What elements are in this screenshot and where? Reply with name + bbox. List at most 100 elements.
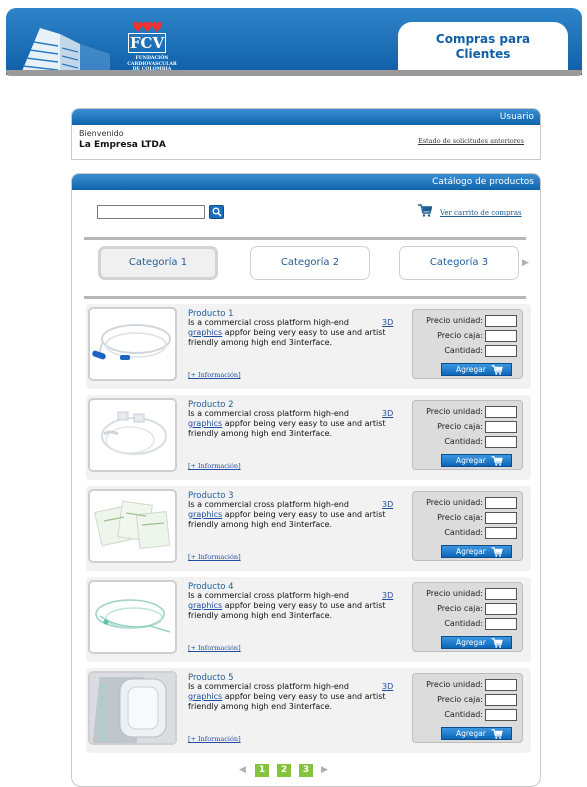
box-price-field[interactable] [485,329,517,342]
price-box: Precio unidad: Precio caja: Cantidad: Ag… [412,582,523,652]
cart-link[interactable]: Ver carrito de compras [440,209,522,217]
price-box: Precio unidad: Precio caja: Cantidad: Ag… [412,673,523,743]
product-image [88,398,177,472]
quantity-label: Cantidad: [444,346,483,355]
cart-icon [491,547,503,557]
cart-icon [491,638,503,648]
graphics-link[interactable]: graphics [188,419,222,428]
more-info-link[interactable]: [+ Información] [188,462,241,470]
box-price-field[interactable] [485,420,517,433]
3d-link[interactable]: 3D [382,409,393,418]
quantity-label: Cantidad: [444,710,483,719]
product-description: Is a commercial cross platform high-end g… [188,409,386,438]
add-to-cart-button[interactable]: Agregar [441,454,512,467]
product-card: Producto 3 Is a commercial cross platfor… [86,486,531,571]
3d-link[interactable]: 3D [382,318,393,327]
logo-text: FCV [128,33,166,53]
cart-icon [491,456,503,466]
cart-icon[interactable] [418,204,432,217]
tab-category-1[interactable]: Categoría 1 [98,246,218,280]
catalog-heading: Catálogo de productos [72,174,540,190]
unit-price-label: Precio unidad: [426,589,483,598]
add-to-cart-button[interactable]: Agregar [441,727,512,740]
3d-link[interactable]: 3D [382,591,393,600]
header-shadow [6,70,582,76]
pagination: ◀ 1 2 3 ▶ [237,762,337,778]
user-panel-heading: Usuario [72,109,540,125]
price-box: Precio unidad: Precio caja: Cantidad: Ag… [412,309,523,379]
box-price-label: Precio caja: [437,604,483,613]
quantity-field[interactable] [485,617,517,630]
add-to-cart-button[interactable]: Agregar [441,545,512,558]
chevron-right-icon[interactable]: ▶ [321,765,328,775]
catalog-panel: Catálogo de productos Ver carrito de com… [71,173,541,787]
unit-price-field[interactable] [485,587,517,600]
box-price-label: Precio caja: [437,695,483,704]
product-image [88,671,177,745]
site-header: ♥♥♥ FCV FUNDACIÓN CARDIOVASCULAR DE COLO… [6,8,582,75]
graphics-link[interactable]: graphics [188,692,222,701]
more-info-link[interactable]: [+ Información] [188,553,241,561]
history-link[interactable]: Estado de solicitudes anteriores [418,137,524,145]
product-image [88,307,177,381]
product-description: Is a commercial cross platform high-end g… [188,682,386,711]
cart-icon [491,365,503,375]
graphics-link[interactable]: graphics [188,601,222,610]
product-card: Producto 1 Is a commercial cross platfor… [86,304,531,389]
chevron-left-icon[interactable]: ◀ [239,765,246,775]
box-price-label: Precio caja: [437,331,483,340]
more-info-link[interactable]: [+ Información] [188,371,241,379]
quantity-label: Cantidad: [444,619,483,628]
user-panel: Usuario Bienvenido La Empresa LTDA Estad… [71,108,541,160]
page-3[interactable]: 3 [299,764,313,777]
graphics-link[interactable]: graphics [188,510,222,519]
tab-category-2[interactable]: Categoría 2 [250,246,370,280]
box-price-field[interactable] [485,693,517,706]
building-graphic [20,28,110,75]
graphics-link[interactable]: graphics [188,328,222,337]
unit-price-label: Precio unidad: [426,316,483,325]
page-2[interactable]: 2 [277,764,291,777]
more-info-link[interactable]: [+ Información] [188,644,241,652]
unit-price-field[interactable] [485,314,517,327]
product-card: Producto 2 Is a commercial cross platfor… [86,395,531,480]
tab-category-3[interactable]: Categoría 3 [399,246,519,280]
product-image [88,489,177,563]
product-description: Is a commercial cross platform high-end g… [188,318,386,347]
quantity-label: Cantidad: [444,528,483,537]
3d-link[interactable]: 3D [382,500,393,509]
header-title-tab: Compras para Clientes [398,22,568,72]
search-input[interactable] [97,205,205,219]
product-card: Producto 4 Is a commercial cross platfor… [86,577,531,662]
quantity-field[interactable] [485,435,517,448]
quantity-field[interactable] [485,344,517,357]
unit-price-label: Precio unidad: [426,680,483,689]
search-button[interactable] [209,205,224,219]
quantity-label: Cantidad: [444,437,483,446]
add-to-cart-button[interactable]: Agregar [441,363,512,376]
box-price-field[interactable] [485,602,517,615]
chevron-right-icon[interactable]: ▶ [522,258,529,268]
more-info-link[interactable]: [+ Información] [188,735,241,743]
divider [84,237,526,240]
add-to-cart-button[interactable]: Agregar [441,636,512,649]
product-description: Is a commercial cross platform high-end g… [188,591,386,620]
unit-price-field[interactable] [485,405,517,418]
quantity-field[interactable] [485,708,517,721]
unit-price-field[interactable] [485,496,517,509]
quantity-field[interactable] [485,526,517,539]
product-description: Is a commercial cross platform high-end g… [188,500,386,529]
fcv-logo: ♥♥♥ FCV FUNDACIÓN CARDIOVASCULAR DE COLO… [114,20,190,75]
welcome-text: Bienvenido [79,129,124,138]
unit-price-field[interactable] [485,678,517,691]
box-price-field[interactable] [485,511,517,524]
price-box: Precio unidad: Precio caja: Cantidad: Ag… [412,491,523,561]
3d-link[interactable]: 3D [382,682,393,691]
box-price-label: Precio caja: [437,422,483,431]
divider [84,296,526,299]
page-1[interactable]: 1 [255,764,269,777]
unit-price-label: Precio unidad: [426,498,483,507]
price-box: Precio unidad: Precio caja: Cantidad: Ag… [412,400,523,470]
cart-icon [491,729,503,739]
company-name: La Empresa LTDA [79,140,166,150]
